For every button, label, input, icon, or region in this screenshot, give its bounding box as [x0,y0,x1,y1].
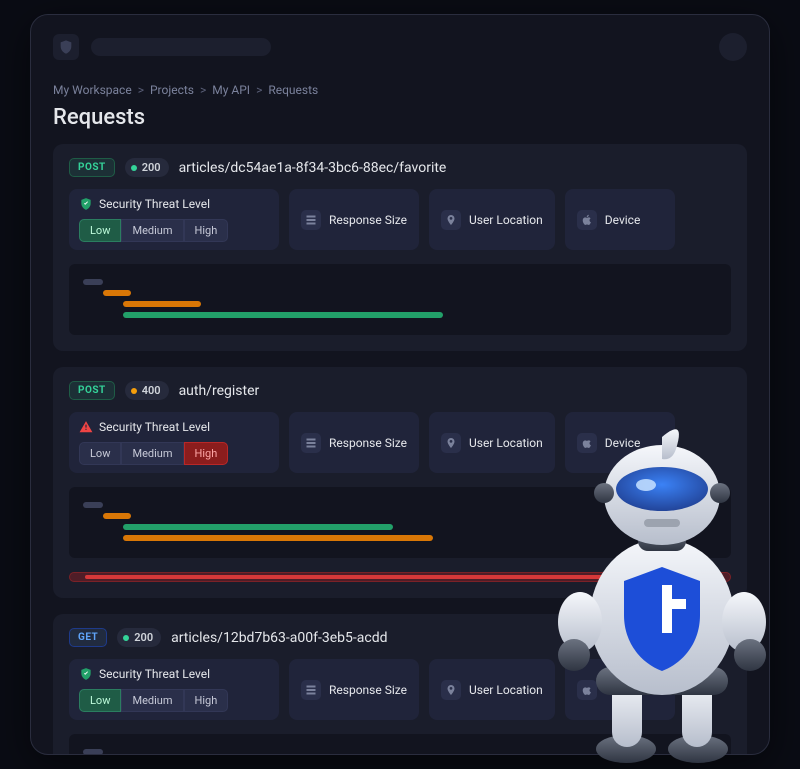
device-icon [577,210,597,230]
status-badge: 200 [125,158,169,177]
breadcrumb: My Workspace > Projects > My API > Reque… [53,83,747,97]
shield-check-icon [79,667,93,681]
size-icon [301,433,321,453]
status-badge: 400 [125,381,169,400]
device-icon [577,433,597,453]
app-window: My Workspace > Projects > My API > Reque… [30,14,770,755]
code-preview [69,264,731,335]
threat-pill-medium[interactable]: Medium [121,442,183,465]
titlebar [53,33,747,61]
response-size-label: Response Size [329,213,407,227]
response-size-box[interactable]: Response Size [289,659,419,720]
device-box[interactable]: Device [565,659,675,720]
request-card[interactable]: GET 200 articles/12bd7b63-a00f-3eb5-acdd… [53,614,747,755]
device-label: Device [605,213,641,227]
threat-title: Security Threat Level [99,667,210,681]
breadcrumb-item[interactable]: Requests [268,83,318,97]
user-location-label: User Location [469,436,543,450]
meta-row: Security Threat Level Low Medium High Re… [69,412,731,473]
breadcrumb-item[interactable]: Projects [150,83,194,97]
device-icon [577,680,597,700]
method-badge: POST [69,158,115,177]
threat-pill-low[interactable]: Low [79,689,121,712]
status-badge: 200 [117,628,161,647]
user-location-box[interactable]: User Location [429,412,555,473]
breadcrumb-item[interactable]: My API [212,83,250,97]
request-line: POST 400 auth/register [69,381,731,400]
title-placeholder [91,38,271,56]
threat-level-box: Security Threat Level Low Medium High [69,189,279,250]
threat-pill-high[interactable]: High [184,689,229,712]
status-code: 400 [142,384,161,397]
request-card[interactable]: POST 400 auth/register Security Threat L… [53,367,747,598]
device-box[interactable]: Device [565,412,675,473]
location-icon [441,433,461,453]
device-label: Device [605,683,641,697]
user-location-box[interactable]: User Location [429,659,555,720]
device-label: Device [605,436,641,450]
size-icon [301,210,321,230]
size-icon [301,680,321,700]
request-path: articles/12bd7b63-a00f-3eb5-acdd [171,630,387,646]
chevron-right-icon: > [200,83,206,97]
breadcrumb-item[interactable]: My Workspace [53,83,132,97]
warning-icon [79,420,93,434]
meta-row: Security Threat Level Low Medium High Re… [69,189,731,250]
threat-level-box: Security Threat Level Low Medium High [69,412,279,473]
method-badge: POST [69,381,115,400]
threat-pill-low[interactable]: Low [79,219,121,242]
shield-icon [58,39,74,55]
meta-row: Security Threat Level Low Medium High Re… [69,659,731,720]
user-location-box[interactable]: User Location [429,189,555,250]
method-badge: GET [69,628,107,647]
response-size-label: Response Size [329,683,407,697]
request-line: GET 200 articles/12bd7b63-a00f-3eb5-acdd [69,628,731,647]
chevron-right-icon: > [256,83,262,97]
request-path: articles/dc54ae1a-8f34-3bc6-88ec/favorit… [179,160,447,176]
status-code: 200 [142,161,161,174]
status-dot-icon [131,165,137,171]
status-dot-icon [123,635,129,641]
device-box[interactable]: Device [565,189,675,250]
threat-level-box: Security Threat Level Low Medium High [69,659,279,720]
code-preview [69,734,731,755]
request-card[interactable]: POST 200 articles/dc54ae1a-8f34-3bc6-88e… [53,144,747,351]
response-size-box[interactable]: Response Size [289,412,419,473]
response-size-box[interactable]: Response Size [289,189,419,250]
code-preview [69,487,731,558]
error-stripe [69,572,731,582]
threat-pill-high[interactable]: High [184,219,229,242]
page-title: Requests [53,105,747,130]
request-path: auth/register [179,383,260,399]
avatar[interactable] [719,33,747,61]
app-logo[interactable] [53,34,79,60]
response-size-label: Response Size [329,436,407,450]
status-code: 200 [134,631,153,644]
threat-pill-medium[interactable]: Medium [121,689,183,712]
user-location-label: User Location [469,683,543,697]
threat-pill-high[interactable]: High [184,442,229,465]
threat-title: Security Threat Level [99,197,210,211]
request-line: POST 200 articles/dc54ae1a-8f34-3bc6-88e… [69,158,731,177]
threat-pill-low[interactable]: Low [79,442,121,465]
shield-check-icon [79,197,93,211]
threat-pill-medium[interactable]: Medium [121,219,183,242]
chevron-right-icon: > [138,83,144,97]
status-dot-icon [131,388,137,394]
location-icon [441,210,461,230]
user-location-label: User Location [469,213,543,227]
threat-title: Security Threat Level [99,420,210,434]
location-icon [441,680,461,700]
